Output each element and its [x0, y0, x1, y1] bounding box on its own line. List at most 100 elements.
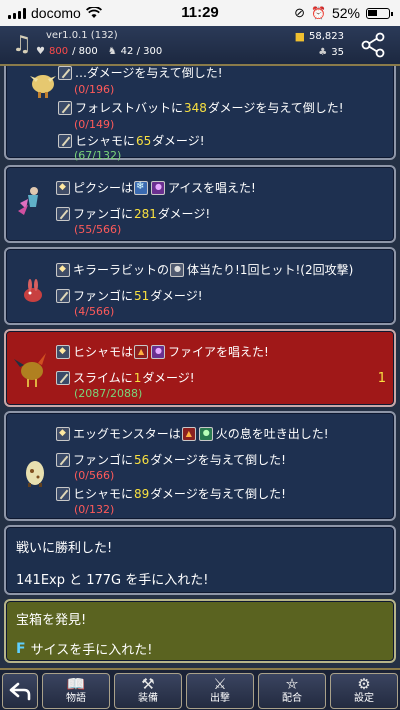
share-icon[interactable]	[360, 32, 386, 58]
book-icon: 📖	[66, 675, 86, 693]
version-label: ver1.0.1 (132)	[46, 30, 118, 41]
result-text: ダメージ!	[157, 207, 211, 221]
actor-text: エッグモンスターは	[73, 427, 181, 441]
back-button[interactable]	[2, 673, 38, 709]
log-line: ヒシャモに 89 ダメージを与えて倒した!	[56, 485, 286, 502]
target-text: ファンゴに	[73, 453, 134, 467]
attacker-icon	[56, 426, 70, 441]
damage-value: 1	[133, 370, 142, 385]
log-line: ファンゴに 56 ダメージを与えて倒した!	[56, 451, 286, 468]
gear-icon: ⚙	[357, 675, 371, 693]
nav-settings-button[interactable]: ⚙ 設定	[330, 673, 398, 709]
log-text: …ダメージを与えて倒した!	[75, 66, 223, 80]
game-header: ♫ ver1.0.1 (132) ♥ 800 / 800 ♞ 42 / 300 …	[0, 26, 400, 66]
target-text: ファンゴに	[73, 289, 134, 303]
log-line: ヒシャモに 65 ダメージ!	[58, 132, 205, 149]
magic-element-icon	[151, 180, 166, 195]
result-text: ダメージを与えて倒した!	[150, 487, 286, 501]
back-arrow-icon	[9, 682, 31, 701]
alarm-icon: ⏰	[311, 6, 326, 20]
log-entry: キラーラビットの 体当たり!1回ヒット!(2回攻撃) ファンゴに 51 ダメージ…	[4, 247, 396, 325]
damage-value: 89	[134, 486, 150, 501]
victory-message: 戦いに勝利した! 141Exp と 177G を手に入れた!	[4, 525, 396, 595]
actor-text: ヒシャモは	[73, 345, 134, 359]
rotation-lock-icon: ⊘	[294, 5, 306, 20]
target-text: スライムに	[73, 371, 133, 385]
actor-text: キラーラビットの	[73, 263, 170, 277]
spell-caster-icon	[56, 180, 70, 195]
log-line: エッグモンスターは 火の息を吐き出した!	[56, 425, 329, 442]
attack-icon	[56, 486, 70, 501]
nav-story-button[interactable]: 📖 物語	[42, 673, 110, 709]
nav-label: 配合	[282, 693, 302, 704]
attack-icon	[58, 100, 72, 115]
gem-display: ♣ 35	[318, 47, 344, 58]
nav-fusion-button[interactable]: ⛤ 配合	[258, 673, 326, 709]
nav-equip-button[interactable]: ⚒ 装備	[114, 673, 182, 709]
gold-display: ■ 58,823	[295, 30, 344, 43]
log-line: …ダメージを与えて倒した!	[58, 66, 223, 81]
log-entry-highlighted: ヒシャモは ファイアを唱えた! スライムに 1 ダメージ! (2087/2088…	[4, 329, 396, 407]
log-line: キラーラビットの 体当たり!1回ヒット!(2回攻撃)	[56, 261, 353, 278]
hp-readout: (0/566)	[74, 469, 115, 482]
battle-log[interactable]: …ダメージを与えて倒した! (0/196) フォレストバットに 348 ダメージ…	[0, 66, 400, 670]
gem-amount: 35	[331, 47, 344, 58]
ice-element-icon	[134, 180, 149, 195]
log-entry: エッグモンスターは 火の息を吐き出した! ファンゴに 56 ダメージを与えて倒し…	[4, 411, 396, 521]
action-text: アイスを唱えた!	[168, 181, 256, 195]
battery-level	[368, 9, 377, 16]
spell-caster-icon	[56, 344, 70, 359]
reward-text: 141Exp と 177G を手に入れた!	[16, 573, 209, 588]
nav-label: 出撃	[210, 693, 230, 704]
status-bar: docomo 11:29 ⊘ ⏰ 52%	[0, 0, 400, 26]
action-text: 体当たり!1回ヒット!(2回攻撃)	[187, 263, 354, 277]
hp-readout: (2087/2088)	[74, 387, 143, 400]
log-line: フォレストバットに 348 ダメージを与えて倒した!	[58, 99, 344, 116]
fire-element-icon	[181, 426, 196, 441]
sword-shield-icon: ⚔	[213, 675, 227, 693]
hp-readout: (0/149)	[74, 118, 115, 131]
gold-coins-icon: ■	[294, 30, 305, 43]
battery-percent: 52%	[331, 5, 360, 21]
target-text: ヒシャモに	[73, 487, 134, 501]
nav-sortie-button[interactable]: ⚔ 出撃	[186, 673, 254, 709]
attacker-icon	[56, 262, 70, 277]
hp-max: / 800	[72, 46, 98, 57]
target-text: ヒシャモに	[75, 134, 136, 148]
weapon-rank-icon: F	[16, 640, 26, 657]
nav-label: 物語	[66, 693, 86, 704]
hishamo-rooster-monster-icon	[14, 353, 46, 387]
music-icon[interactable]: ♫	[12, 32, 32, 57]
egg-monster-icon	[26, 461, 44, 487]
log-entry: ピクシーは アイスを唱えた! ファンゴに 281 ダメージ! (55/566)	[4, 165, 396, 243]
item-obtained-text: サイスを手に入れた!	[30, 643, 153, 658]
hp-readout: (4/566)	[74, 305, 115, 318]
target-text: フォレストバットに	[75, 101, 184, 115]
treasure-found-text: 宝箱を発見!	[16, 613, 87, 628]
log-line: ピクシーは アイスを唱えた!	[56, 179, 256, 196]
action-text: ファイアを唱えた!	[168, 345, 269, 359]
attack-icon	[56, 370, 70, 385]
damage-value: 281	[134, 206, 157, 221]
attack-icon	[58, 66, 72, 80]
battery-icon	[366, 7, 393, 19]
actor-text: ピクシーは	[73, 181, 134, 195]
log-line: スライムに 1 ダメージ!	[56, 369, 195, 386]
hit-count: 1	[377, 371, 386, 386]
action-text: 火の息を吐き出した!	[215, 427, 329, 441]
breath-element-icon	[198, 426, 213, 441]
body-attack-icon	[170, 262, 185, 277]
damage-value: 51	[134, 288, 150, 303]
result-text: ダメージを与えて倒した!	[150, 453, 286, 467]
gold-amount: 58,823	[309, 31, 344, 42]
treasure-item-line: F サイスを手に入れた!	[16, 639, 153, 659]
nav-label: 設定	[354, 693, 374, 704]
attack-icon	[56, 206, 70, 221]
log-line: ファンゴに 51 ダメージ!	[56, 287, 203, 304]
result-text: ダメージ!	[150, 289, 203, 303]
hp-current: 800	[48, 46, 69, 57]
treasure-message: 宝箱を発見! F サイスを手に入れた!	[4, 599, 396, 663]
fire-element-icon	[134, 344, 149, 359]
killer-rabbit-monster-icon	[24, 279, 42, 302]
damage-value: 348	[184, 100, 207, 115]
